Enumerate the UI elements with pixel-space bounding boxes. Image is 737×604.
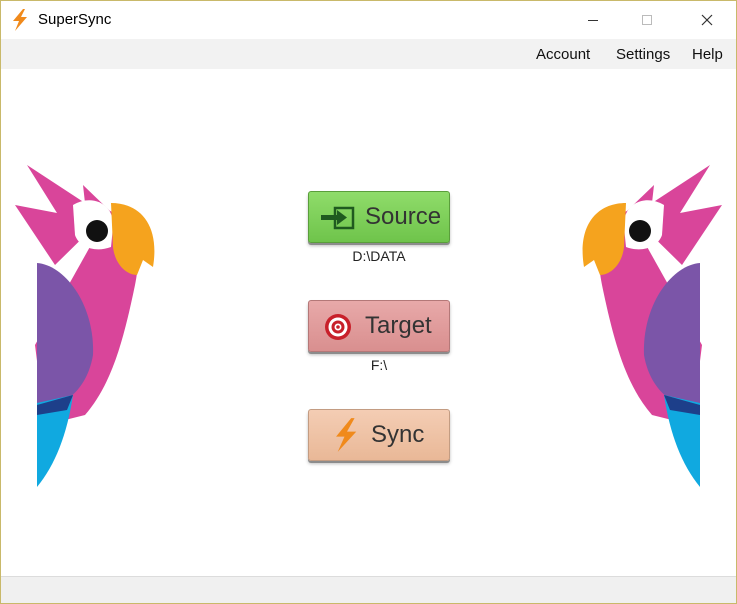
maximize-button[interactable]	[624, 1, 670, 39]
main-content: Source D:\DATA Target F:\ Sync	[1, 69, 736, 576]
maximize-icon	[642, 15, 652, 25]
source-button[interactable]: Source	[308, 191, 450, 243]
lightning-icon	[336, 418, 357, 452]
target-icon	[325, 314, 351, 340]
menu-settings[interactable]: Settings	[616, 46, 670, 63]
menu-help[interactable]: Help	[692, 46, 723, 63]
minimize-icon	[588, 20, 598, 21]
source-button-label: Source	[365, 203, 442, 230]
close-button[interactable]	[684, 1, 730, 39]
menu-account[interactable]: Account	[536, 46, 590, 63]
menu-bar: Account Settings Help	[1, 39, 736, 69]
lightning-app-icon	[13, 9, 27, 31]
sync-button[interactable]: Sync	[308, 409, 450, 461]
target-button-label: Target	[365, 312, 432, 339]
title-bar: SuperSync	[1, 1, 736, 39]
source-path-label: D:\DATA	[352, 248, 406, 264]
target-button[interactable]: Target	[308, 300, 450, 352]
parrot-left-illustration	[15, 165, 155, 487]
close-icon	[701, 14, 713, 26]
status-bar	[1, 576, 736, 603]
app-window: SuperSync Account Settings Help Source D…	[0, 0, 737, 604]
minimize-button[interactable]	[570, 1, 616, 39]
window-title: SuperSync	[38, 11, 112, 28]
enter-arrow-icon	[321, 206, 355, 230]
sync-button-label: Sync	[371, 421, 425, 448]
target-path-label: F:\	[370, 357, 388, 373]
parrot-right-illustration	[582, 165, 722, 487]
